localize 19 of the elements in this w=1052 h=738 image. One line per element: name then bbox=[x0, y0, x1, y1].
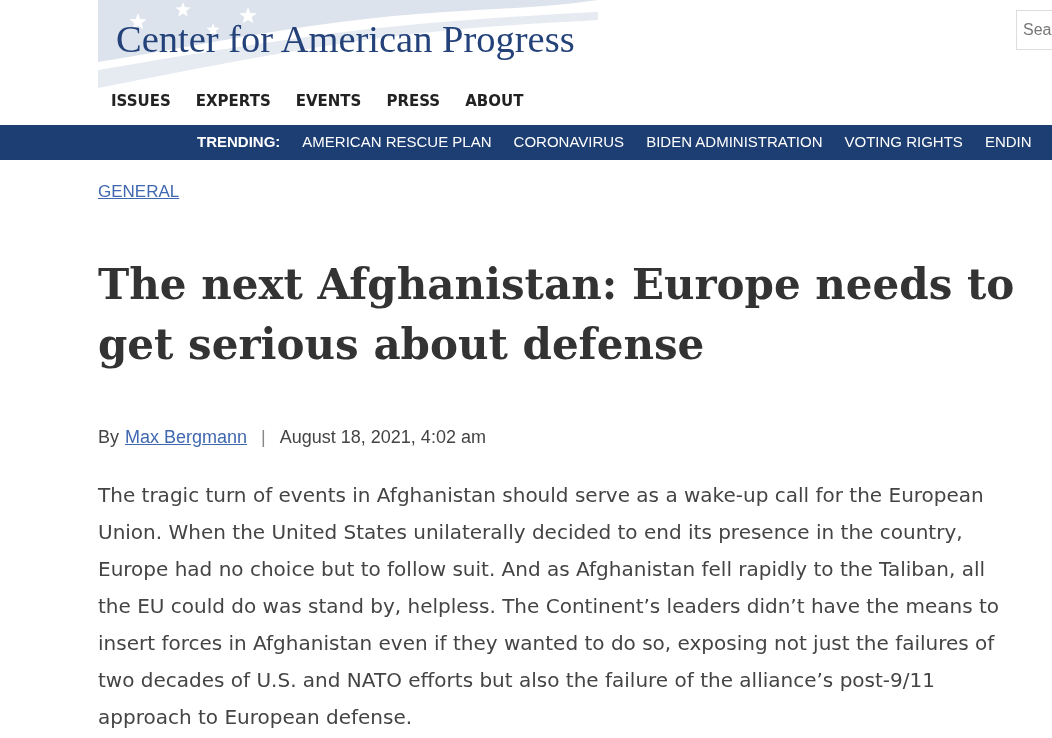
nav-link[interactable]: EVENTS bbox=[295, 89, 362, 113]
article-headline: The next Afghanistan: Europe needs to get serious about defense bbox=[98, 259, 1016, 371]
trending-link[interactable]: BIDEN ADMINISTRATION bbox=[646, 131, 823, 154]
nav-link[interactable]: ISSUES bbox=[111, 89, 171, 113]
article-date: August 18, 2021, 4:02 am bbox=[279, 426, 486, 449]
trending-link[interactable]: AMERICAN RESCUE PLAN bbox=[302, 131, 492, 154]
byline-prefix: By bbox=[98, 426, 119, 449]
nav-link[interactable]: PRESS bbox=[386, 89, 441, 113]
trending-link[interactable]: CORONAVIRUS bbox=[513, 131, 625, 154]
search-field[interactable]: Sea bbox=[1016, 10, 1052, 50]
article-paragraph: The tragic turn of events in Afghanistan should serve as a wake-up call for the European Union. When the United States unilaterally decided to end its presence in the country, Europe had no choice but to follow suit. And as Afghanistan fell rapidly to the Taliban, all the EU could do was stand by, helpless. The Continent’s leaders didn’t have the means to insert forces in Afghanistan even if they wanted to do so, exposing not just the failures of two decades of U.S. and NATO efforts but also the failure of the alliance’s post-9/11 approach to European defense. bbox=[98, 482, 1001, 731]
trending-link[interactable]: ENDIN bbox=[984, 131, 1032, 154]
nav-link[interactable]: ABOUT bbox=[465, 89, 524, 113]
category-link[interactable]: GENERAL bbox=[98, 180, 180, 204]
nav-link[interactable]: EXPERTS bbox=[195, 89, 271, 113]
author-link[interactable]: Max Bergmann bbox=[125, 425, 248, 449]
byline-separator: | bbox=[261, 426, 266, 449]
trending-link[interactable]: VOTING RIGHTS bbox=[844, 131, 963, 154]
trending-label: TRENDING: bbox=[197, 132, 281, 153]
